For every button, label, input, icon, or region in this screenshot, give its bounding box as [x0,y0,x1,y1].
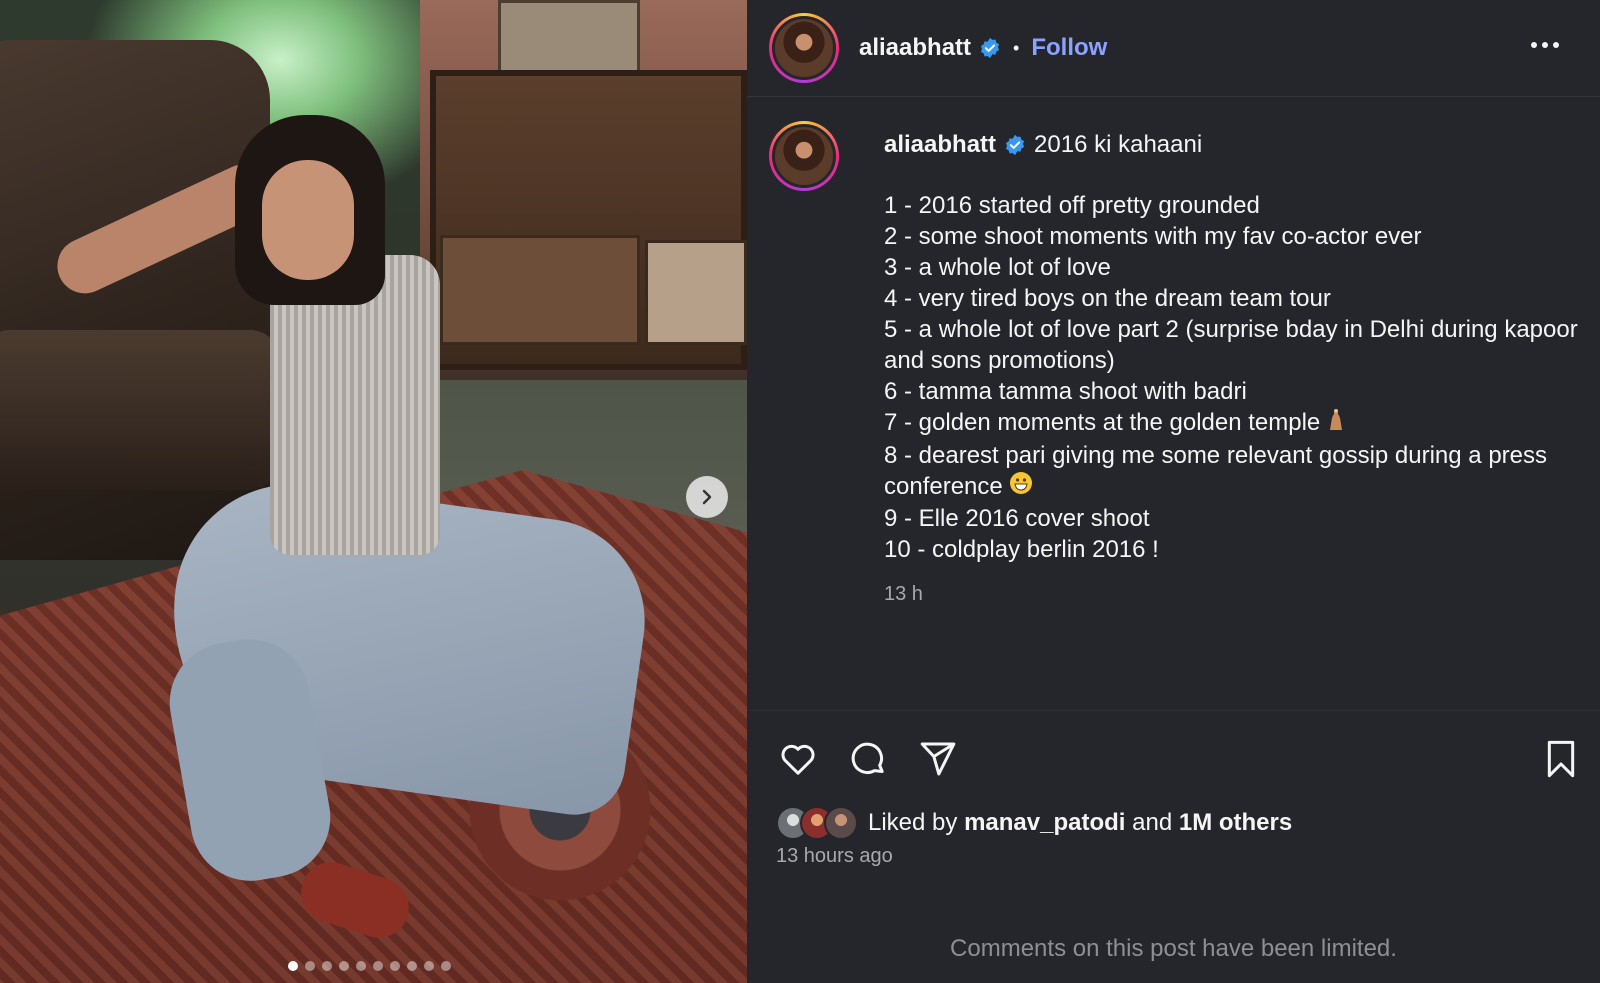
caption-line: 2 - some shoot moments with my fav co-ac… [884,223,1422,250]
chevron-right-icon [702,489,712,505]
caption-line: 4 - very tired boys on the dream team to… [884,285,1331,312]
action-bar [777,738,959,780]
share-button[interactable] [917,738,959,780]
follow-button[interactable]: Follow [1031,34,1107,62]
grinning-emoji-icon [1009,471,1033,503]
post-timestamp: 13 hours ago [776,845,893,867]
comment-icon [851,742,884,774]
carousel-dot [390,961,400,971]
avatar[interactable] [769,13,839,83]
carousel-dot [305,961,315,971]
carousel-dot [407,961,417,971]
photo-drawer [645,240,747,345]
likes-others[interactable]: 1M others [1179,809,1292,837]
carousel-dot [339,961,349,971]
caption-timestamp: 13 h [884,583,923,606]
caption-line: 1 - 2016 started off pretty grounded [884,192,1260,219]
divider [747,710,1600,711]
separator-dot: • [1013,37,1020,58]
carousel-dot [322,961,332,971]
caption-line: 9 - Elle 2016 cover shoot [884,505,1150,533]
caption-body: aliaabhatt 2016 ki kahaani 1 - 2016 star… [884,129,1589,610]
photo-drawer [440,235,640,345]
like-button[interactable] [777,738,819,780]
heart-icon [781,744,815,775]
comment-button[interactable] [847,738,889,780]
more-options-button[interactable] [1530,36,1560,54]
liker-avatars [776,806,858,840]
temple-emoji-icon [1326,408,1346,440]
likes-summary[interactable]: Liked by manav_patodi and 1M others [776,806,1292,840]
avatar [824,806,858,840]
caption-line: 10 - coldplay berlin 2016 ! [884,536,1159,564]
photo-sofa-arm [0,330,280,490]
caption-avatar[interactable] [769,121,839,191]
post-sidebar: aliaabhatt • Follow aliaabhatt 2016 ki k… [747,0,1600,983]
caption-line-text: 7 - golden moments at the golden temple [884,409,1321,436]
save-button[interactable] [1540,738,1582,780]
likes-and: and [1132,809,1173,836]
caption-lines: 1 - 2016 started off pretty grounded 2 -… [884,190,1589,565]
caption-username[interactable]: aliaabhatt [884,129,996,160]
likes-prefix: Liked by [868,809,958,836]
caption-line-text: 8 - dearest pari giving me some relevant… [884,441,1547,500]
comments-limited-notice: Comments on this post have been limited. [950,935,1397,962]
carousel-next-button[interactable] [686,476,728,518]
more-icon [1531,42,1559,48]
caption-line: 6 - tamma tamma shoot with badri [884,378,1247,405]
photo-person [262,160,354,280]
bookmark-icon [1547,740,1575,778]
carousel-dot [373,961,383,971]
carousel-dot [424,961,434,971]
post-media[interactable] [0,0,747,983]
caption-line: 3 - a whole lot of love [884,254,1111,281]
verified-badge-icon [1004,134,1026,156]
carousel-dot [441,961,451,971]
caption-line: 7 - golden moments at the golden temple [884,407,1589,440]
verified-badge-icon [979,37,1001,59]
carousel-dot [288,961,298,971]
carousel-dots [288,961,451,971]
share-icon [920,742,956,776]
username[interactable]: aliaabhatt [859,34,971,62]
caption-line: 5 - a whole lot of love part 2 (surprise… [884,316,1578,374]
liker-username[interactable]: manav_patodi [964,809,1125,837]
photo-speaker-box [498,0,640,80]
caption-title: 2016 ki kahaani [1034,131,1203,158]
post-header: aliaabhatt • Follow [747,0,1600,97]
caption-line: 8 - dearest pari giving me some relevant… [884,440,1589,504]
carousel-dot [356,961,366,971]
